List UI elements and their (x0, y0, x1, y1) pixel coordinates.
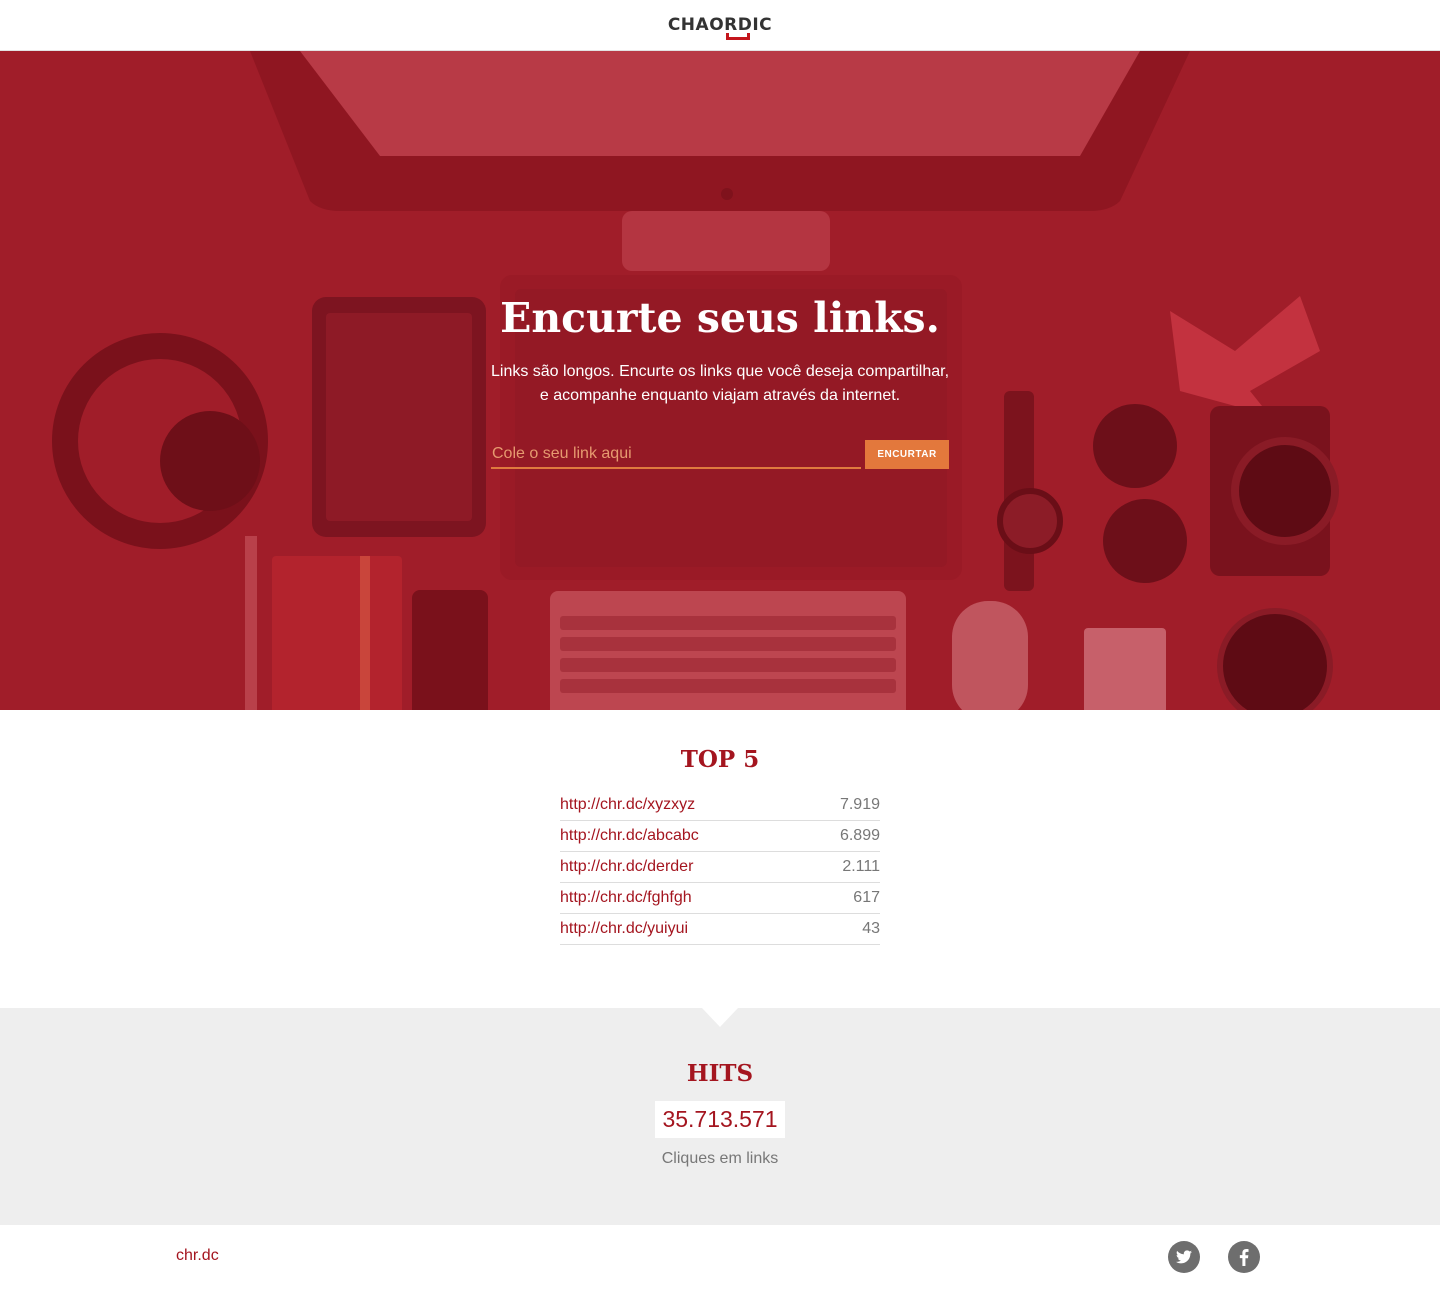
hero-section: Encurte seus links. Links são longos. En… (0, 51, 1440, 710)
logo-text: CHAORDIC (667, 14, 773, 35)
hero-content: Encurte seus links. Links são longos. En… (0, 51, 1440, 710)
hits-caption: Cliques em links (661, 1150, 779, 1167)
logo-bracket-mark (725, 32, 750, 40)
hero-subtitle-line-2: e acompanhe enquanto viajam através da i… (539, 387, 901, 404)
top5-link[interactable]: http://chr.dc/yuiyui (560, 920, 688, 938)
section-divider-notch (702, 1008, 738, 1027)
shorten-button[interactable]: ENCURTAR (865, 440, 949, 469)
top5-section: TOP 5 http://chr.dc/xyzxyz 7.919 http://… (0, 710, 1440, 1008)
top5-link[interactable]: http://chr.dc/derder (560, 858, 693, 876)
top5-link[interactable]: http://chr.dc/abcabc (560, 827, 699, 845)
twitter-icon (1176, 1250, 1192, 1264)
hero-title: Encurte seus links. (500, 294, 940, 342)
twitter-button[interactable] (1168, 1241, 1200, 1273)
top5-list: http://chr.dc/xyzxyz 7.919 http://chr.dc… (560, 790, 880, 945)
top5-row: http://chr.dc/fghfgh 617 (560, 883, 880, 914)
hits-section: HITS 35.713.571 Cliques em links (0, 1008, 1440, 1225)
top5-count: 617 (853, 889, 880, 906)
link-input[interactable] (491, 440, 861, 469)
hero-subtitle-line-1: Links são longos. Encurte os links que v… (490, 363, 950, 380)
top5-count: 7.919 (839, 796, 880, 813)
hero-subtitle: Links são longos. Encurte os links que v… (470, 360, 970, 408)
chaordic-logo[interactable]: CHAORDIC (668, 11, 772, 40)
top5-link[interactable]: http://chr.dc/fghfgh (560, 889, 692, 907)
footer-home-link[interactable]: chr.dc (176, 1247, 219, 1265)
hits-counter: 35.713.571 (655, 1101, 785, 1138)
top5-row: http://chr.dc/xyzxyz 7.919 (560, 790, 880, 821)
facebook-button[interactable] (1228, 1241, 1260, 1273)
facebook-icon (1239, 1248, 1249, 1266)
hits-title: HITS (686, 1060, 754, 1087)
top5-row: http://chr.dc/yuiyui 43 (560, 914, 880, 945)
top5-link[interactable]: http://chr.dc/xyzxyz (560, 796, 695, 814)
top5-count: 43 (862, 920, 880, 937)
top5-title: TOP 5 (680, 746, 760, 773)
top5-row: http://chr.dc/abcabc 6.899 (560, 821, 880, 852)
top5-count: 2.111 (842, 858, 880, 875)
site-header: CHAORDIC (0, 0, 1440, 51)
top5-count: 6.899 (839, 827, 880, 844)
site-footer: chr.dc (0, 1225, 1440, 1289)
top5-row: http://chr.dc/derder 2.111 (560, 852, 880, 883)
shorten-form: ENCURTAR (491, 440, 949, 470)
